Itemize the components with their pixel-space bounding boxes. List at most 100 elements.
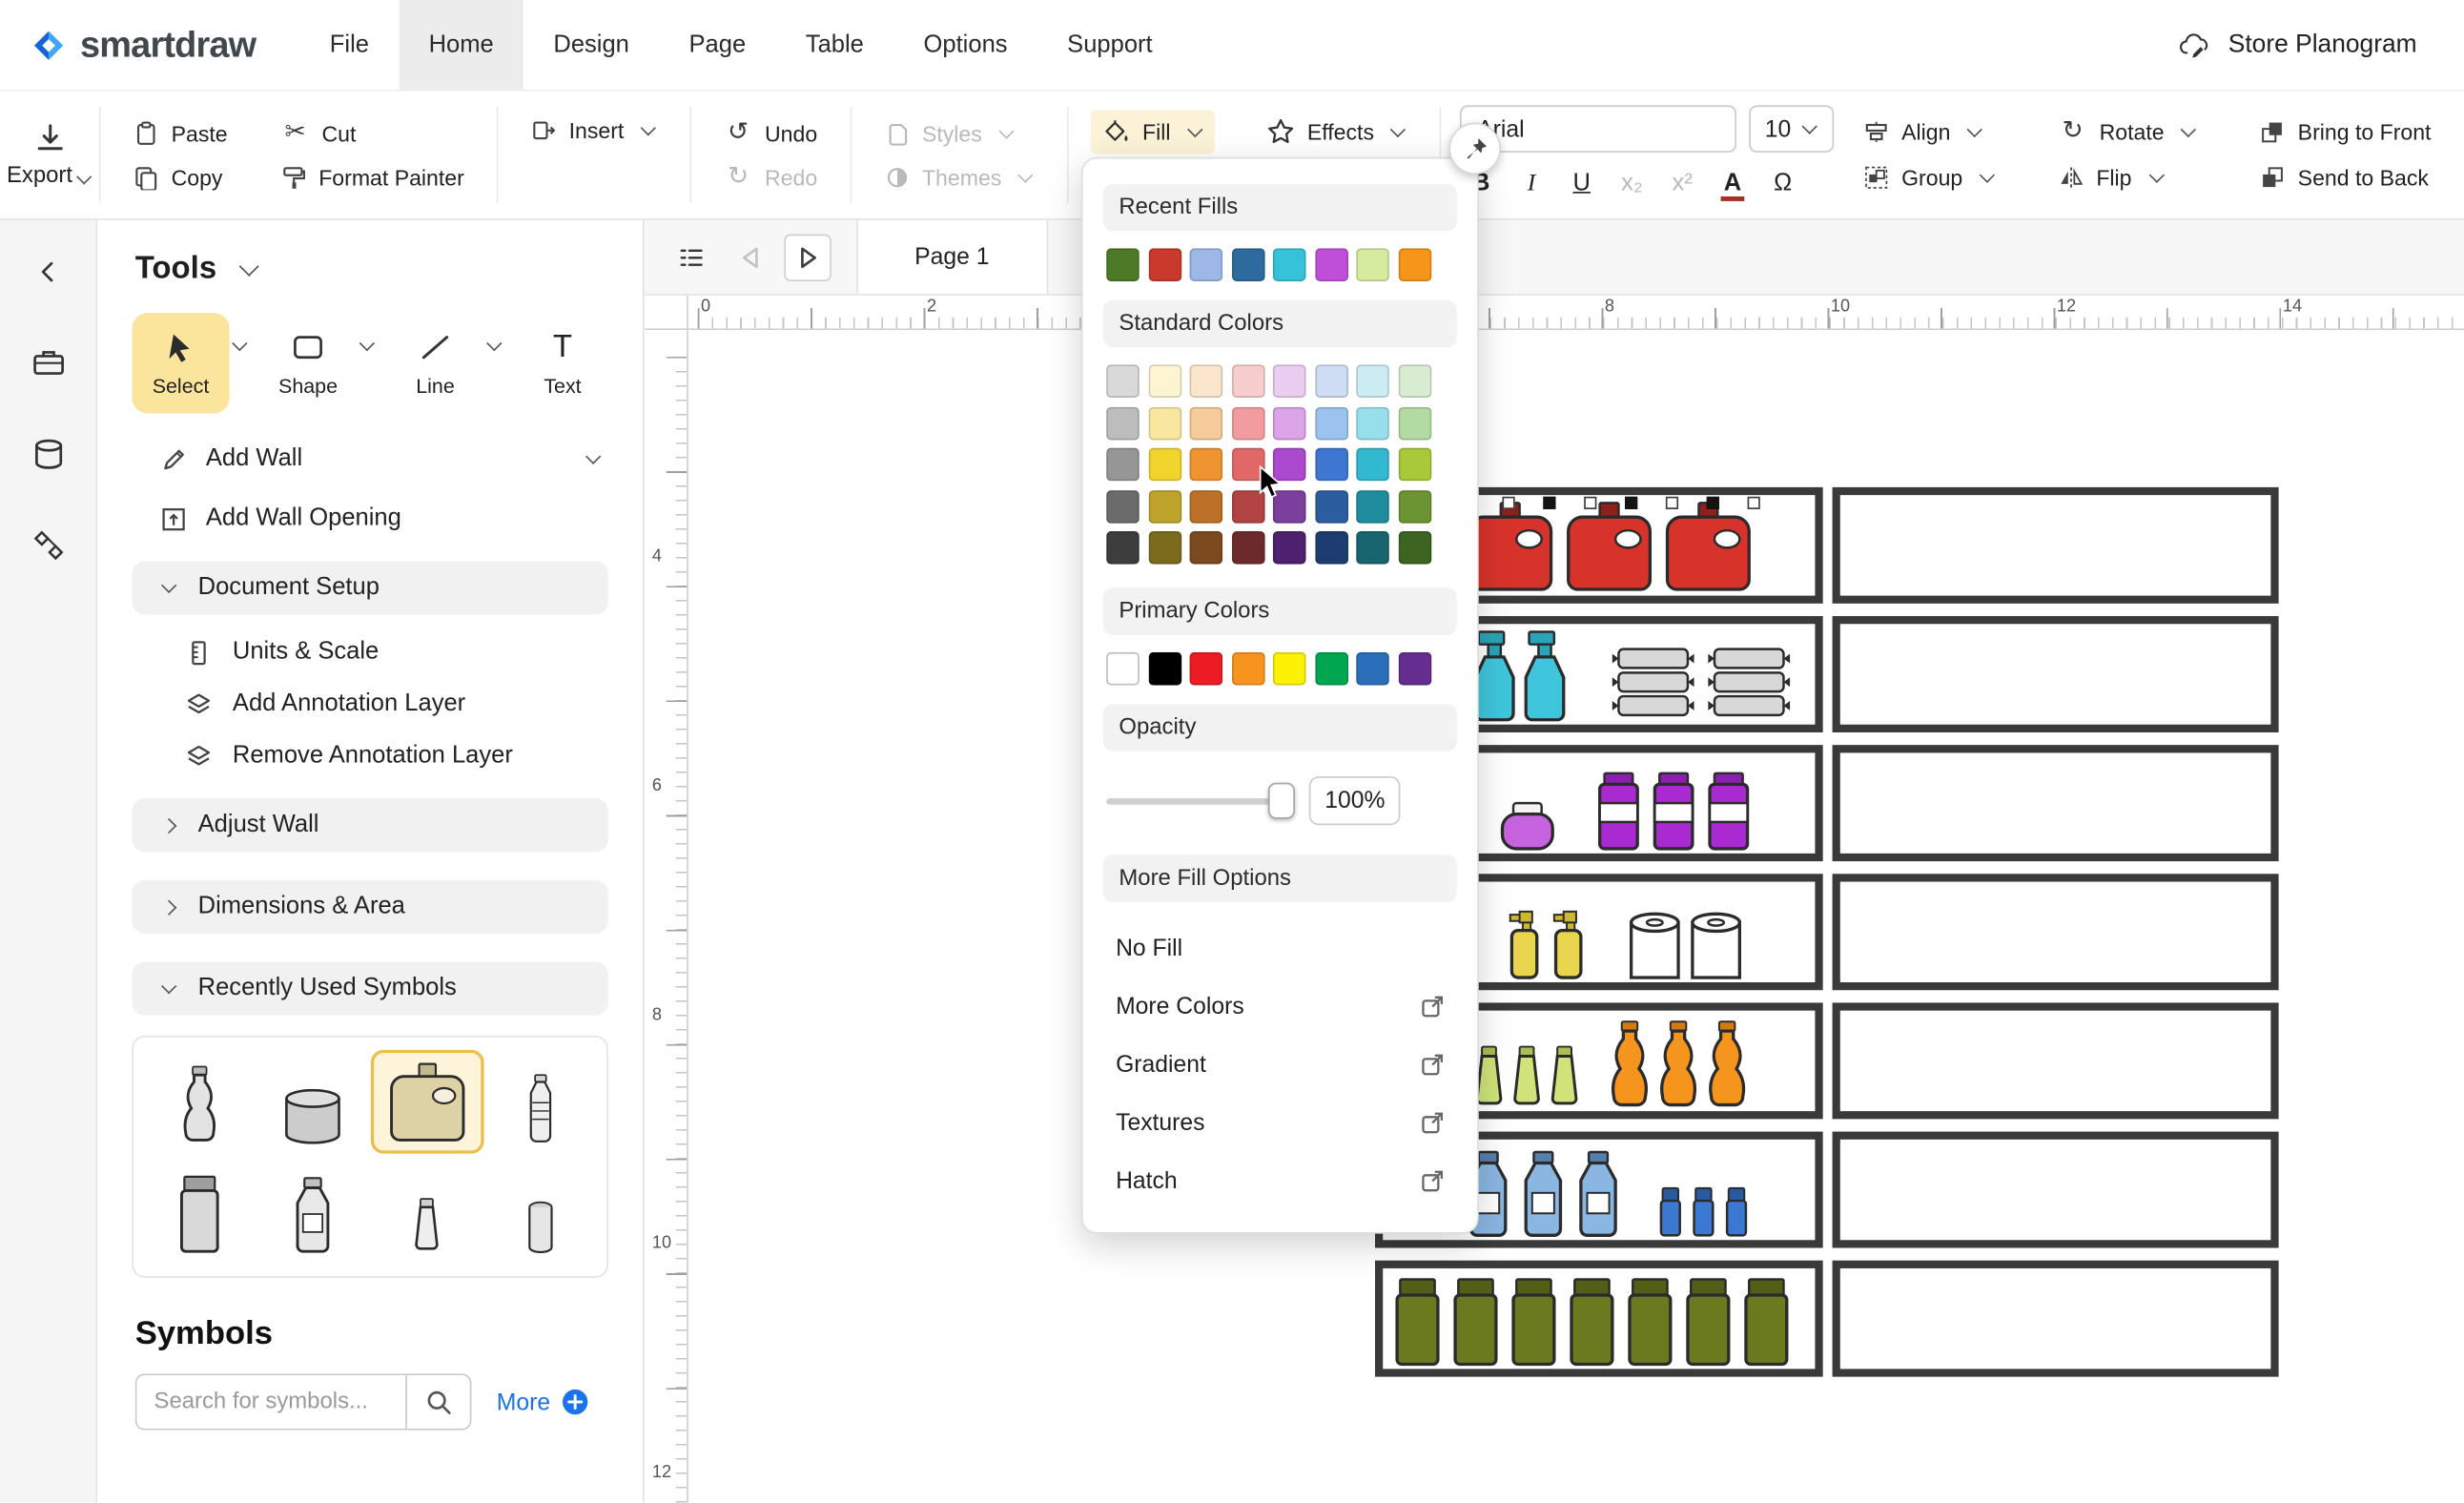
primary-color-swatch[interactable]	[1273, 652, 1306, 686]
product-bottleO[interactable]	[1610, 1019, 1651, 1110]
menu-home[interactable]: Home	[399, 0, 524, 90]
empty-shelf-row[interactable]	[1833, 874, 2279, 990]
select-tool-dropdown-icon[interactable]	[232, 335, 247, 350]
send-to-back-button[interactable]: Send to Back	[2249, 157, 2442, 198]
product-pouch[interactable]	[1705, 645, 1793, 723]
product-spray[interactable]	[1474, 628, 1516, 723]
product-bottleO[interactable]	[1658, 1019, 1699, 1110]
selection-handle[interactable]	[1625, 497, 1637, 509]
primary-color-swatch[interactable]	[1356, 652, 1389, 686]
product-vial[interactable]	[1658, 1185, 1683, 1239]
standard-color-swatch[interactable]	[1231, 531, 1264, 565]
dimensions-area-section[interactable]: Dimensions & Area	[132, 880, 607, 934]
standard-color-swatch[interactable]	[1106, 364, 1140, 398]
standard-color-swatch[interactable]	[1273, 406, 1306, 440]
remove-annotation-layer-item[interactable]: Remove Annotation Layer	[185, 742, 643, 771]
standard-color-swatch[interactable]	[1356, 364, 1389, 398]
standard-color-swatch[interactable]	[1106, 531, 1140, 565]
product-bottle2[interactable]	[1574, 1149, 1621, 1239]
menu-file[interactable]: File	[299, 0, 399, 90]
standard-color-swatch[interactable]	[1190, 531, 1223, 565]
selection-handle[interactable]	[1707, 497, 1719, 509]
standard-color-swatch[interactable]	[1190, 364, 1223, 398]
standard-color-swatch[interactable]	[1148, 406, 1181, 440]
recent-fill-swatch[interactable]	[1273, 248, 1306, 281]
group-button[interactable]: Group	[1853, 157, 2006, 198]
toolbox-button[interactable]	[21, 337, 74, 390]
standard-color-swatch[interactable]	[1231, 364, 1264, 398]
standard-color-swatch[interactable]	[1356, 531, 1389, 565]
standard-color-swatch[interactable]	[1273, 531, 1306, 565]
pin-panel-button[interactable]	[1448, 123, 1500, 175]
symbol-search-input[interactable]	[135, 1373, 405, 1430]
product-jar2[interactable]	[1392, 1276, 1443, 1368]
product-pump[interactable]	[1550, 909, 1586, 981]
standard-color-swatch[interactable]	[1398, 406, 1431, 440]
format-painter-button[interactable]: Format Painter	[270, 156, 475, 197]
subscript-button[interactable]: x₂	[1611, 163, 1653, 204]
empty-shelf-row[interactable]	[1833, 745, 2279, 861]
shape-tool-button[interactable]: Shape	[259, 313, 357, 413]
symbol-water-bottle[interactable]	[483, 1050, 597, 1154]
standard-color-swatch[interactable]	[1356, 448, 1389, 482]
standard-color-swatch[interactable]	[1148, 364, 1181, 398]
product-pump[interactable]	[1506, 909, 1542, 981]
add-wall-opening-button[interactable]: Add Wall Opening	[160, 504, 608, 533]
standard-color-swatch[interactable]	[1231, 448, 1264, 482]
product-jar2[interactable]	[1625, 1276, 1675, 1368]
bring-to-front-button[interactable]: Bring to Front	[2249, 112, 2442, 153]
primary-color-swatch[interactable]	[1398, 652, 1431, 686]
smartdraw-logo[interactable]: smartdraw	[0, 24, 299, 66]
standard-color-swatch[interactable]	[1231, 489, 1264, 523]
cut-button[interactable]: ✂ Cut	[270, 113, 475, 154]
shapes-button[interactable]	[21, 519, 74, 572]
product-bottleO[interactable]	[1707, 1019, 1748, 1110]
empty-shelf-row[interactable]	[1833, 1132, 2279, 1248]
product-jar2[interactable]	[1683, 1276, 1734, 1368]
recent-fill-swatch[interactable]	[1231, 248, 1264, 281]
fill-option-textures[interactable]: Textures	[1103, 1094, 1457, 1152]
recently-used-symbols-section[interactable]: Recently Used Symbols	[132, 962, 607, 1016]
product-bottle2[interactable]	[1520, 1149, 1567, 1239]
font-size-select[interactable]: 10	[1749, 105, 1834, 152]
export-button[interactable]: Export	[0, 92, 99, 218]
product-vial[interactable]	[1691, 1185, 1715, 1239]
next-page-button[interactable]	[784, 234, 831, 280]
product-spray[interactable]	[1525, 628, 1567, 723]
search-button[interactable]	[405, 1373, 471, 1430]
back-button[interactable]	[21, 245, 74, 299]
product-jar2[interactable]	[1567, 1276, 1617, 1368]
primary-color-swatch[interactable]	[1106, 652, 1140, 686]
recent-fill-swatch[interactable]	[1190, 248, 1223, 281]
opacity-slider-handle[interactable]	[1268, 783, 1295, 819]
selection-handle[interactable]	[1584, 497, 1596, 509]
standard-color-swatch[interactable]	[1106, 406, 1140, 440]
tools-panel-header[interactable]: Tools	[97, 220, 643, 288]
standard-color-swatch[interactable]	[1148, 448, 1181, 482]
shelf-row[interactable]	[1375, 1261, 1823, 1377]
product-jug[interactable]	[1564, 500, 1655, 594]
fill-option-gradient[interactable]: Gradient	[1103, 1036, 1457, 1094]
fill-option-more-colors[interactable]: More Colors	[1103, 978, 1457, 1036]
selection-handle[interactable]	[1666, 497, 1678, 509]
product-jar[interactable]	[1496, 800, 1559, 852]
primary-color-swatch[interactable]	[1190, 652, 1223, 686]
product-jar2[interactable]	[1509, 1276, 1559, 1368]
document-setup-section[interactable]: Document Setup	[132, 561, 607, 614]
product-jug[interactable]	[1663, 500, 1755, 594]
line-tool-button[interactable]: Line	[386, 313, 483, 413]
effects-button[interactable]: Effects	[1255, 110, 1418, 154]
standard-color-swatch[interactable]	[1106, 448, 1140, 482]
symbol-jug[interactable]	[370, 1050, 483, 1154]
adjust-wall-section[interactable]: Adjust Wall	[132, 798, 607, 852]
recent-fill-swatch[interactable]	[1356, 248, 1389, 281]
selection-handle[interactable]	[1543, 497, 1555, 509]
standard-color-swatch[interactable]	[1190, 489, 1223, 523]
select-tool-button[interactable]: Select	[132, 313, 229, 413]
standard-color-swatch[interactable]	[1315, 531, 1348, 565]
menu-options[interactable]: Options	[893, 0, 1037, 90]
page-tab[interactable]: Page 1	[856, 220, 1047, 294]
product-canister[interactable]	[1705, 771, 1752, 853]
font-family-input[interactable]: Arial	[1460, 105, 1736, 152]
standard-color-swatch[interactable]	[1315, 364, 1348, 398]
